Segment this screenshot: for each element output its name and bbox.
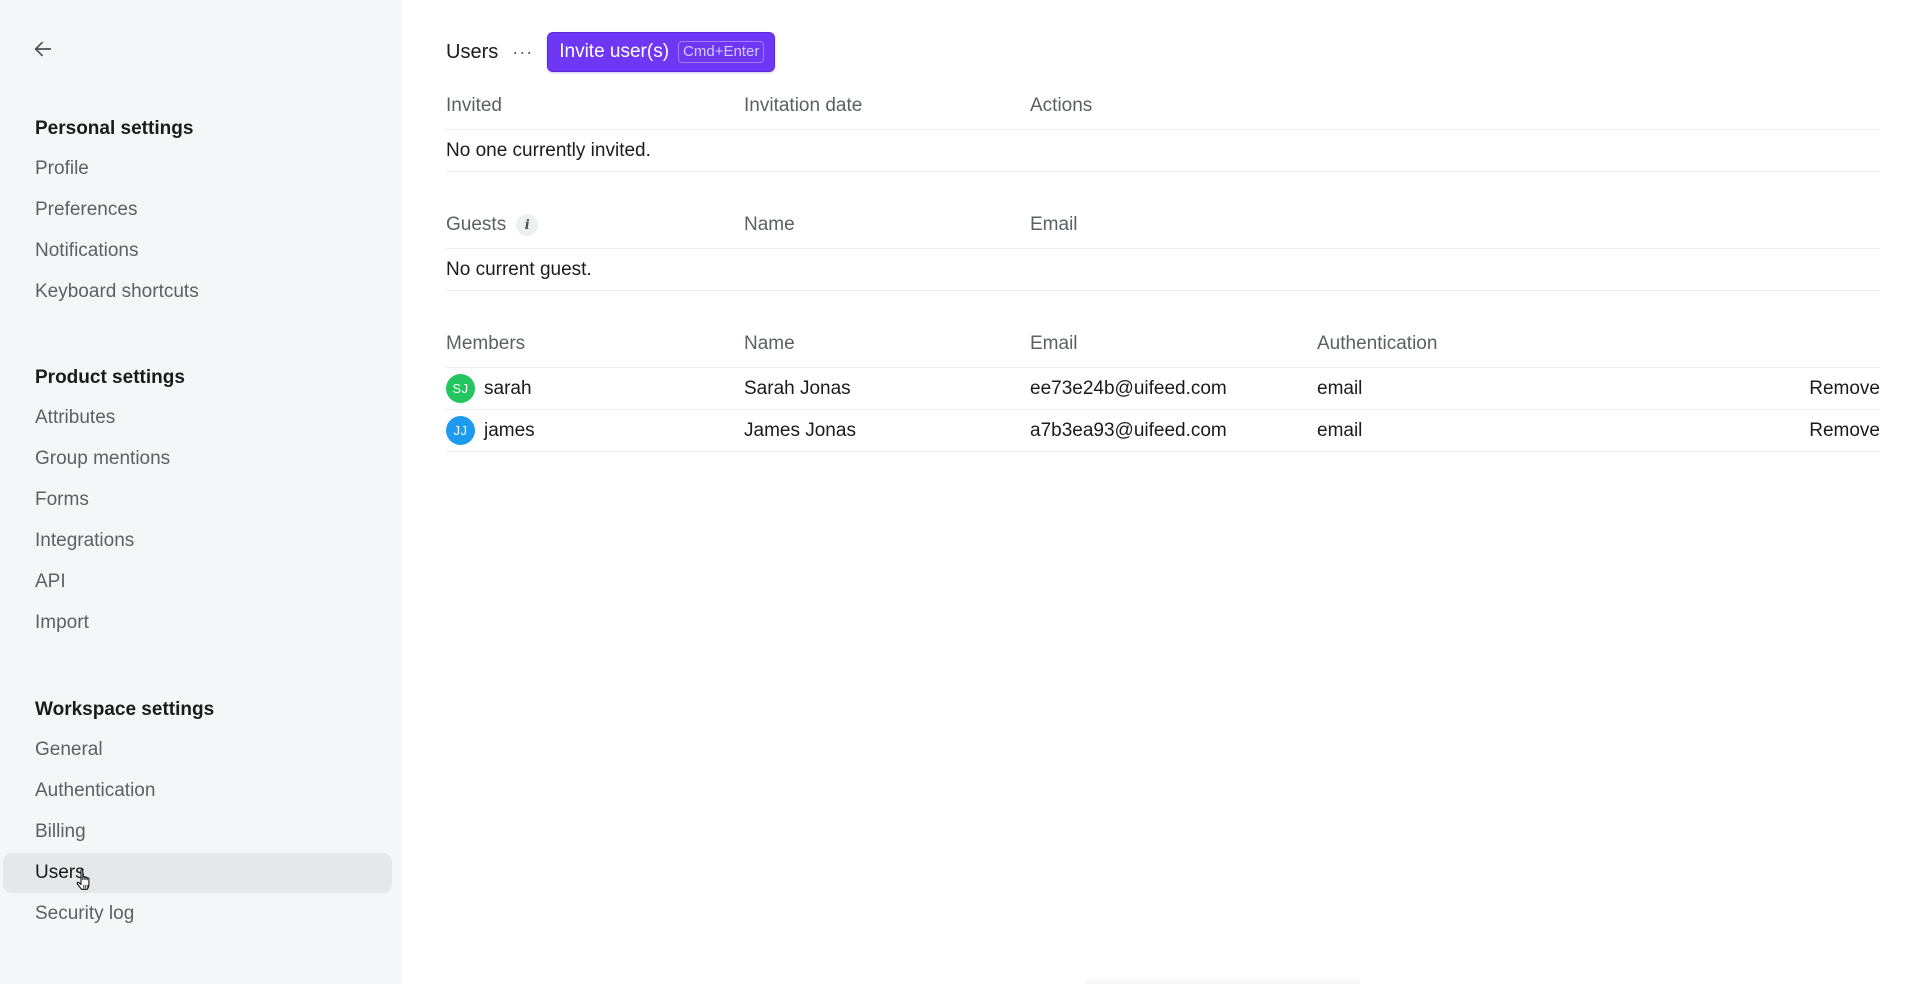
- empty-row: No current guest.: [446, 249, 1880, 291]
- workspace-settings-section: Workspace settings General Authenticatio…: [0, 689, 402, 935]
- table-header-row: Members Name Email Authentication: [446, 323, 1880, 368]
- sidebar-item-keyboard-shortcuts[interactable]: Keyboard shortcuts: [3, 272, 392, 312]
- page-title: Users: [446, 40, 499, 63]
- remove-member-button[interactable]: Remove: [1809, 368, 1880, 409]
- member-email: a7b3ea93@uifeed.com: [1030, 419, 1227, 441]
- settings-sidebar: Personal settings Profile Preferences No…: [0, 0, 402, 984]
- invite-users-label: Invite user(s): [559, 41, 670, 62]
- sidebar-item-forms[interactable]: Forms: [3, 480, 392, 520]
- sidebar-item-attributes[interactable]: Attributes: [3, 398, 392, 438]
- sidebar-item-users[interactable]: Users: [3, 853, 392, 893]
- bottom-shadow: [1086, 976, 1360, 984]
- member-name: Sarah Jonas: [744, 377, 851, 399]
- product-settings-heading: Product settings: [35, 367, 185, 388]
- member-auth: email: [1317, 377, 1363, 399]
- guests-table: Guests i Name Email No current guest.: [446, 204, 1880, 291]
- table-row: SJ sarah Sarah Jonas ee73e24b@uifeed.com…: [446, 368, 1880, 410]
- column-header-invited: Invited: [446, 95, 502, 116]
- column-header-members: Members: [446, 333, 526, 354]
- personal-settings-heading: Personal settings: [35, 118, 194, 139]
- table-header-row: Guests i Name Email: [446, 204, 1880, 249]
- empty-row: No one currently invited.: [446, 130, 1880, 172]
- empty-state-text: No one currently invited.: [446, 139, 651, 161]
- more-options-button[interactable]: ···: [512, 43, 533, 61]
- column-header-invitation-date: Invitation date: [744, 95, 863, 116]
- column-header-email: Email: [1030, 214, 1078, 235]
- column-header-name: Name: [744, 214, 795, 235]
- column-header-guests: Guests i: [446, 204, 539, 248]
- member-username-cell: JJ james: [446, 410, 535, 451]
- guests-label: Guests: [446, 214, 507, 235]
- users-page: Users ··· Invite user(s) Cmd+Enter Invit…: [446, 0, 1920, 984]
- sidebar-item-import[interactable]: Import: [3, 603, 392, 643]
- member-name: James Jonas: [744, 419, 856, 441]
- arrow-left-icon: [34, 41, 52, 57]
- info-icon[interactable]: i: [516, 214, 539, 236]
- sidebar-item-profile[interactable]: Profile: [3, 149, 392, 189]
- member-auth: email: [1317, 419, 1363, 441]
- sidebar-item-security-log[interactable]: Security log: [3, 894, 392, 934]
- column-header-authentication: Authentication: [1317, 333, 1438, 354]
- avatar: JJ: [446, 416, 475, 445]
- personal-settings-section: Personal settings Profile Preferences No…: [0, 108, 402, 313]
- page-header: Users ··· Invite user(s) Cmd+Enter: [446, 32, 776, 72]
- member-email: ee73e24b@uifeed.com: [1030, 377, 1227, 399]
- member-username: james: [484, 419, 535, 441]
- workspace-settings-heading: Workspace settings: [35, 699, 215, 720]
- sidebar-item-authentication[interactable]: Authentication: [3, 771, 392, 811]
- product-settings-section: Product settings Attributes Group mentio…: [0, 357, 402, 644]
- keyboard-shortcut-badge: Cmd+Enter: [678, 41, 765, 63]
- member-username-cell: SJ sarah: [446, 368, 532, 409]
- sidebar-item-notifications[interactable]: Notifications: [3, 231, 392, 271]
- column-header-name: Name: [744, 333, 795, 354]
- column-header-actions: Actions: [1030, 95, 1093, 116]
- sidebar-item-integrations[interactable]: Integrations: [3, 521, 392, 561]
- sidebar-item-preferences[interactable]: Preferences: [3, 190, 392, 230]
- members-table: Members Name Email Authentication SJ sar…: [446, 323, 1880, 452]
- table-row: JJ james James Jonas a7b3ea93@uifeed.com…: [446, 410, 1880, 452]
- sidebar-item-billing[interactable]: Billing: [3, 812, 392, 852]
- member-username: sarah: [484, 377, 532, 399]
- back-button[interactable]: [28, 34, 58, 64]
- table-header-row: Invited Invitation date Actions: [446, 85, 1880, 130]
- avatar: SJ: [446, 374, 475, 403]
- empty-state-text: No current guest.: [446, 258, 592, 280]
- sidebar-item-api[interactable]: API: [3, 562, 392, 602]
- remove-member-button[interactable]: Remove: [1809, 410, 1880, 451]
- invite-users-button[interactable]: Invite user(s) Cmd+Enter: [547, 32, 776, 72]
- invited-table: Invited Invitation date Actions No one c…: [446, 85, 1880, 172]
- column-header-email: Email: [1030, 333, 1078, 354]
- sidebar-item-group-mentions[interactable]: Group mentions: [3, 439, 392, 479]
- sidebar-item-general[interactable]: General: [3, 730, 392, 770]
